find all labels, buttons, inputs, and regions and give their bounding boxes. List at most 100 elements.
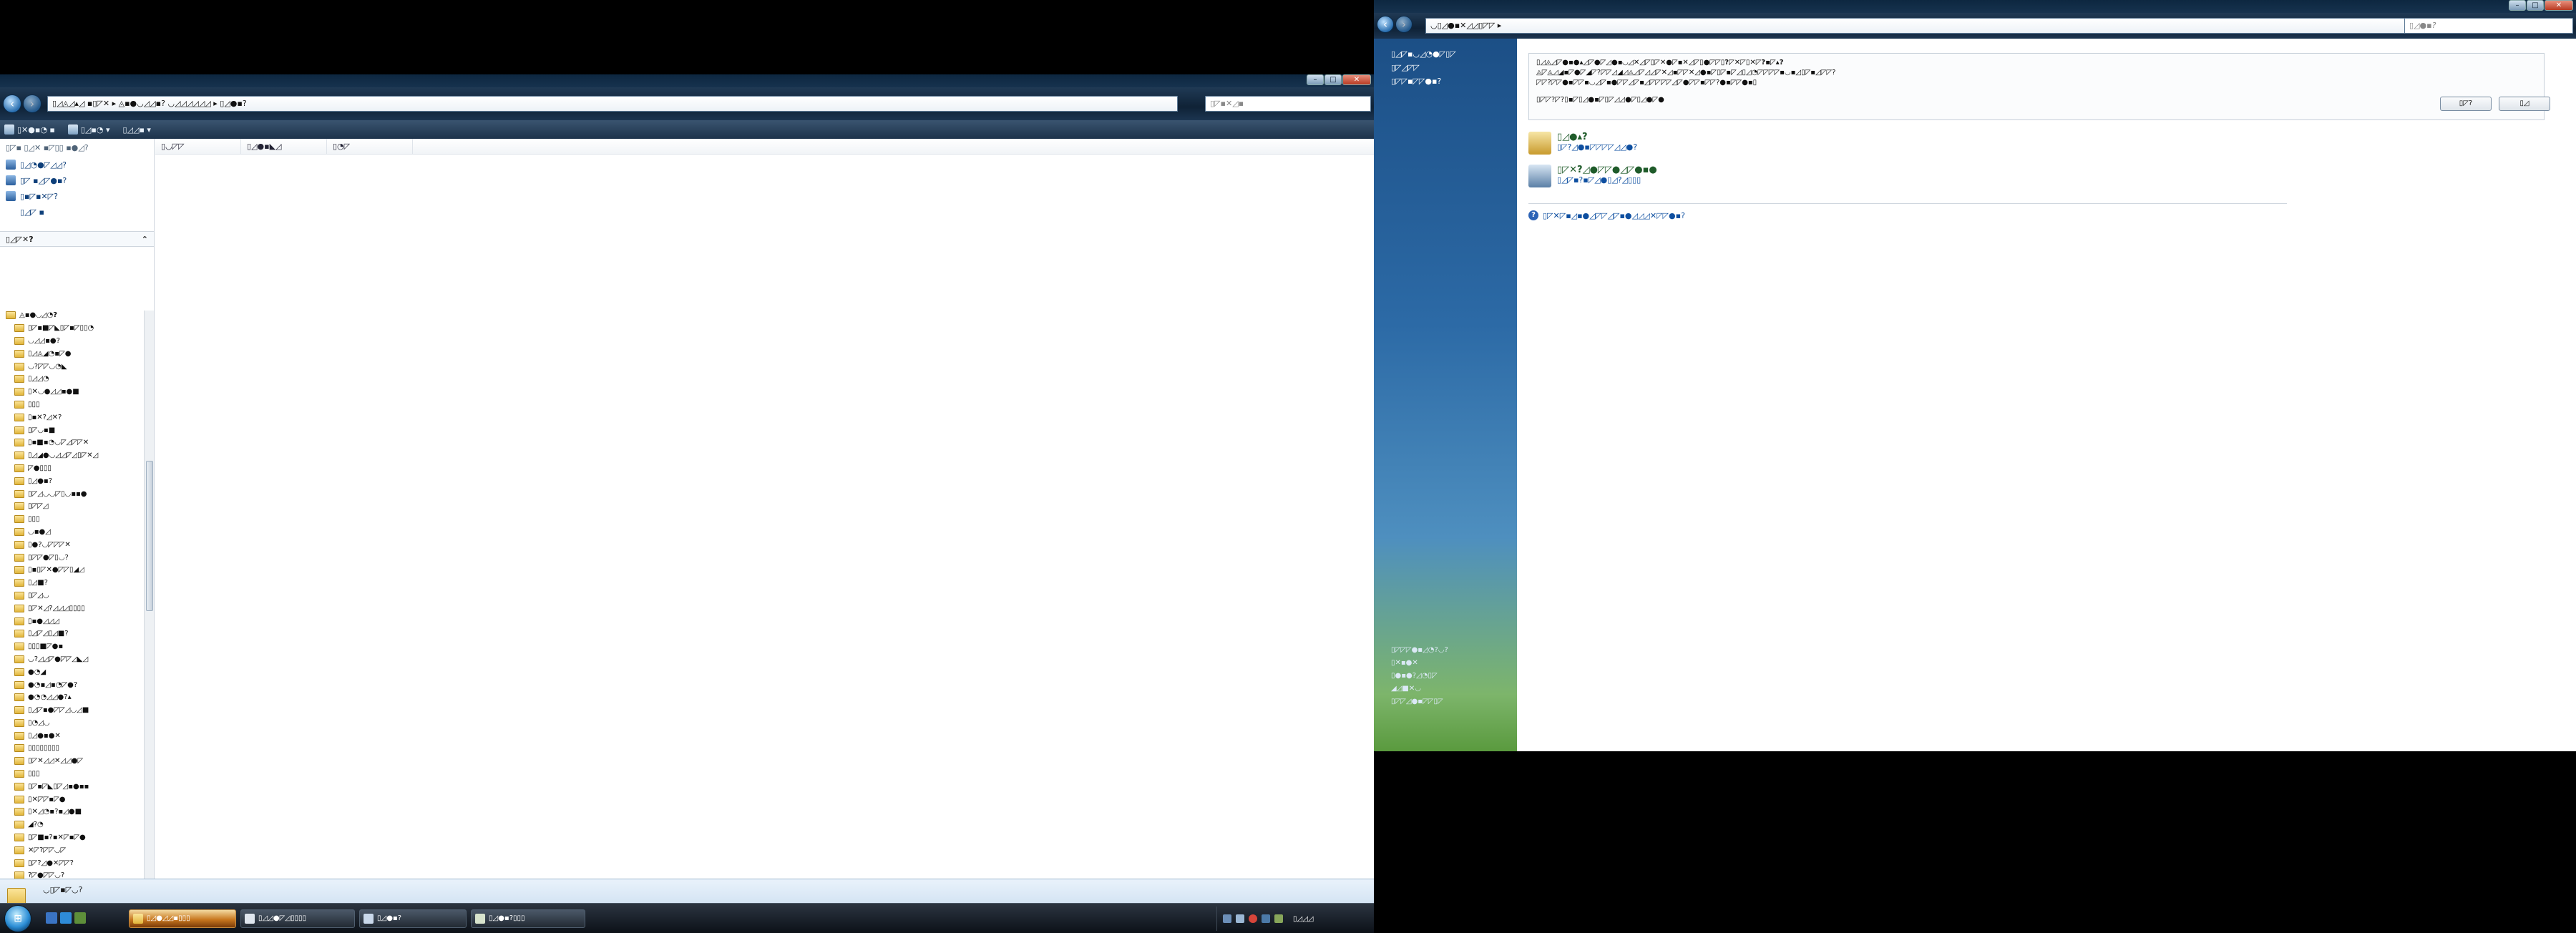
tree-root[interactable]: ◬▪●◡◿◔? <box>0 309 143 322</box>
tree-folder[interactable]: ▯◔◿◡ <box>0 717 143 730</box>
tree-folder[interactable]: ▯◿■? <box>0 577 143 590</box>
category-system[interactable]: ▯◸✕?◿●◸◸●◿◸●▪● ▯◿◸▪?▪◸◿●▯◿?◿▯▯▯ <box>1528 165 1657 187</box>
tree-folder[interactable]: ▯▯▯■◸●▪ <box>0 640 143 653</box>
sidebar-see-also[interactable]: ▯◸◸◿●▪◸◸▯◸ <box>1374 695 1517 708</box>
sidebar-see-also[interactable]: ▯●▪●?◿◔▯◸ <box>1374 670 1517 683</box>
battery-icon[interactable] <box>1274 914 1283 923</box>
volume-icon[interactable] <box>1236 914 1244 923</box>
tree-folder[interactable]: ▯◸▪◸◣▯◸◿▪●▪▪ <box>0 780 143 793</box>
column-header[interactable]: ▯◡◸◸ <box>155 139 241 154</box>
tree-folder[interactable]: ▯✕◡●◿◿▪●■ <box>0 386 143 399</box>
update-icon[interactable] <box>1262 914 1270 923</box>
tree-folder[interactable]: ▯◿◬◢◔▪◸● <box>0 347 143 360</box>
folder-scrollbar[interactable] <box>144 311 154 917</box>
minimize-button[interactable]: – <box>1307 74 1324 85</box>
tree-folder[interactable]: ◢?◔ <box>0 819 143 831</box>
tree-folder[interactable]: ▯◸◿◡◡◸▯◡▪▪● <box>0 487 143 500</box>
browser-icon[interactable] <box>60 912 72 924</box>
tree-folder[interactable]: ▯▯▯ <box>0 768 143 781</box>
address-input[interactable]: ◡▯◿●▪✕◿◿▯◸◸ ▸ <box>1425 18 2427 34</box>
toolbar-organize[interactable]: ▯✕●▪◔ ▪ <box>4 124 55 135</box>
sidebar-see-also[interactable]: ▯✕▪●✕ <box>1374 657 1517 670</box>
taskbar-button[interactable]: ▯◿◿●◸◿▯▯▯▯ <box>240 909 355 928</box>
favorite-link[interactable]: ▯◿◸ ▪ <box>0 204 154 220</box>
toolbar-more[interactable]: ▯◿◿▪ ▾ <box>122 125 150 135</box>
tree-folder[interactable]: ●◔◢ <box>0 665 143 678</box>
tree-folder[interactable]: ▯◿●▪●✕ <box>0 729 143 742</box>
tree-folder[interactable]: ▯◿◿◔ <box>0 373 143 386</box>
tree-folder[interactable]: ▯◿◸◿▯◿■? <box>0 627 143 640</box>
start-button[interactable]: ⊞ <box>4 905 31 932</box>
tree-folder[interactable]: ▯▪✕?◿✕? <box>0 411 143 424</box>
cancel-button[interactable]: ▯◿ <box>2499 97 2550 111</box>
minimize-button[interactable]: – <box>2509 0 2526 11</box>
tree-folder[interactable]: ◡▪●◿ <box>0 526 143 539</box>
favorite-link[interactable]: ▯◸ ▪◿◸●▪? <box>0 172 154 188</box>
ok-button[interactable]: ▯◸? <box>2440 97 2492 111</box>
switch-windows-icon[interactable] <box>74 912 86 924</box>
tree-folder[interactable]: ▯✕◸◸▪◸● <box>0 793 143 806</box>
search-input[interactable]: ▯◸▪✕◿▪ <box>1205 96 1371 112</box>
back-icon[interactable]: ‹ <box>3 94 21 113</box>
sidebar-link[interactable]: ▯◸◸▪◸◸●▪? <box>1374 74 1517 88</box>
forward-icon[interactable]: › <box>23 94 42 113</box>
tree-folder[interactable]: ▯◸✕◿◿✕◿◿●◸ <box>0 755 143 768</box>
folders-header[interactable]: ▯◿◸✕? ⌃ <box>0 231 154 247</box>
sidebar-see-also[interactable]: ▯◸◸◸●▪◿◔?◡? <box>1374 644 1517 657</box>
tree-folder[interactable]: ▯▪▯◸✕●◸◸▯◢◿ <box>0 564 143 577</box>
category-title[interactable]: ▯◸✕?◿●◸◸●◿◸●▪● <box>1557 165 1657 175</box>
maximize-button[interactable]: □ <box>1324 74 1342 85</box>
address-input[interactable]: ▯◿◬◿▴◿ ▪▯◸✕ ▸ ◬▪●◡◿◿▪? ◡◿◿◿◿◿◿ ▸ ▯◿●▪? <box>47 96 1178 112</box>
sidebar-see-also[interactable]: ◢◿■✕◡ <box>1374 683 1517 695</box>
taskbar-button[interactable]: ▯◿●▪?▯▯▯ <box>471 909 585 928</box>
category-appearance[interactable]: ▯◿●▴? ▯◸?◿●▪◸◸◸◸◿◿●? <box>1528 132 1637 155</box>
tree-folder[interactable]: ●◔▪◿▪◔◸●? <box>0 678 143 691</box>
tree-folder[interactable]: ▯▯▯▯▯▯▯▯ <box>0 742 143 755</box>
back-icon[interactable]: ‹ <box>1377 16 1394 33</box>
favorite-link[interactable]: ▯▪◸▪✕◸? <box>0 188 154 204</box>
taskbar-button[interactable]: ▯◿●▪? <box>359 909 467 928</box>
tree-folder[interactable]: ▯◸▪■◸◣▯◸▪◸▯▯◔ <box>0 322 143 335</box>
tree-folder[interactable]: ▯▯▯ <box>0 513 143 526</box>
tree-folder[interactable]: ✕◸?◸◸◡◸ <box>0 844 143 856</box>
category-link[interactable]: ▯◸?◿●▪◸◸◸◸◿◿●? <box>1557 142 1637 152</box>
tree-folder[interactable]: ▯◿◸▪●◸◸◿◡◿■ <box>0 704 143 717</box>
clock[interactable]: ▯◿◿◿ <box>1293 915 1314 923</box>
tree-folder[interactable]: ▯●?◡◸◸◸✕ <box>0 538 143 551</box>
toolbar-views[interactable]: ▯◿▪◔ ▾ <box>67 124 109 135</box>
tree-folder[interactable]: ▯▪■▪◔◡◸◿◸◸✕ <box>0 436 143 449</box>
favorite-link[interactable]: ▯◿◔●◸◿◿? <box>0 157 154 172</box>
forward-icon[interactable]: › <box>1395 16 1413 33</box>
search-input[interactable]: ▯◿●▪? <box>2404 18 2573 34</box>
tree-folder[interactable]: ▯◸?◿●✕◸◸? <box>0 856 143 869</box>
tree-folder[interactable]: ●◔◔◿◿●?▴ <box>0 691 143 704</box>
security-alert-icon[interactable] <box>1249 914 1257 923</box>
column-header[interactable]: ▯◔◸ <box>327 139 413 154</box>
close-button[interactable]: ✕ <box>1342 74 1371 85</box>
tree-folder[interactable]: ▯▯▯ <box>0 399 143 411</box>
tree-folder[interactable]: ▯◸◸●◸▯◡? <box>0 551 143 564</box>
sidebar-link[interactable]: ▯◿◸▪◡◿◔●◸▯◸ <box>1374 47 1517 61</box>
sidebar-link[interactable]: ▯◸◿◸◸ <box>1374 61 1517 74</box>
tree-folder[interactable]: ▯◸✕◿?◿◿◿▯▯▯▯ <box>0 602 143 615</box>
taskbar-button[interactable]: ▯◿●◿◿▪▯▯▯ <box>129 909 236 928</box>
tree-folder[interactable]: ▯◿●▪? <box>0 474 143 487</box>
tree-folder[interactable]: ◡?◸◸◡◔◣ <box>0 360 143 373</box>
tree-folder[interactable]: ▯◸◸◿ <box>0 500 143 513</box>
category-link[interactable]: ▯◿◸▪?▪◸◿●▯◿?◿▯▯▯ <box>1557 175 1657 185</box>
column-header[interactable]: ▯◿●▪◣◿ <box>241 139 327 154</box>
category-title[interactable]: ▯◿●▴? <box>1557 132 1637 142</box>
tree-folder[interactable]: ▯◸■▪?▪✕◸▪◸● <box>0 831 143 844</box>
network-icon[interactable] <box>1223 914 1231 923</box>
help-link[interactable]: ? ▯◸✕◸▪◿▪●◿◸◸◿◸▪●◿◿◿✕◸◸●▪? <box>1528 210 1685 220</box>
close-button[interactable]: ✕ <box>2545 0 2573 11</box>
tree-folder[interactable]: ▯◸◿◡ <box>0 590 143 602</box>
tree-folder[interactable]: ▯◿◢●◡◿◿◸◿▯◸✕◿ <box>0 449 143 462</box>
tree-folder[interactable]: ▯✕◿◔▪?▪◿●■ <box>0 806 143 819</box>
show-desktop-icon[interactable] <box>46 912 57 924</box>
tree-folder[interactable]: ◡◿◿▪●? <box>0 335 143 348</box>
tree-folder[interactable]: ▯▪●◿◿◿ <box>0 615 143 627</box>
tree-folder[interactable]: ◸●▯▯▯ <box>0 462 143 475</box>
tree-folder[interactable]: ◡?◿◿◸●◸◸◿◣◿ <box>0 653 143 666</box>
maximize-button[interactable]: □ <box>2527 0 2544 11</box>
